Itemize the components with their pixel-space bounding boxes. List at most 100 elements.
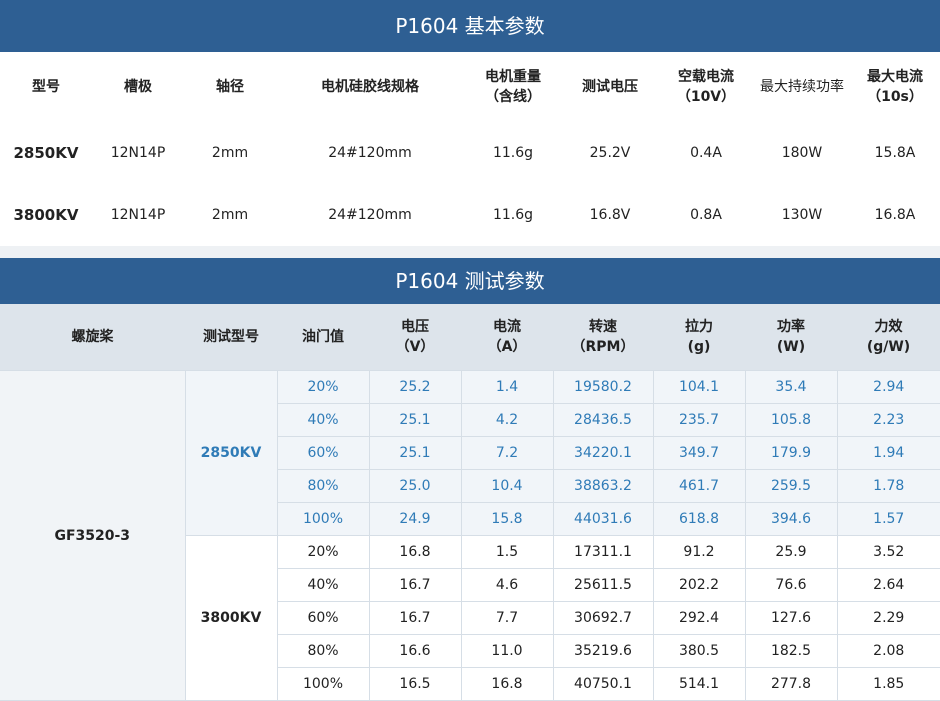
test-header-cell-line: 螺旋桨 [71, 329, 114, 345]
basic-header-cell: 槽极 [92, 52, 184, 122]
test-cell: 1.57 [836, 502, 940, 536]
test-cell: 28436.5 [552, 403, 654, 437]
test-header-cell-line: 拉力 [685, 319, 713, 335]
basic-header-cell: 电机重量 （含线） [464, 52, 562, 122]
test-cell: 1.94 [836, 436, 940, 470]
basic-header-row: 型号 槽极 轴径 电机硅胶线规格 电机重量 （含线） 测试电压 空载电流 （10V） 最大持续功率… [0, 52, 940, 122]
test-cell: 100% [276, 502, 370, 536]
basic-header-cell-line: （10V） [676, 89, 736, 105]
test-cell: 1.4 [460, 370, 554, 404]
basic-cell: 11.6g [492, 207, 534, 223]
basic-header-cell: 轴径 [184, 52, 276, 122]
basic-cell: 24#120mm [328, 207, 412, 223]
basic-header-cell: 测试电压 [562, 52, 658, 122]
test-cell: 16.7 [368, 601, 462, 635]
basic-header-cell-line: 轴径 [216, 79, 244, 95]
test-cell: 44031.6 [552, 502, 654, 536]
basic-cell: 2mm [211, 145, 249, 161]
test-cell: 2.08 [836, 634, 940, 668]
test-cell: 182.5 [744, 634, 838, 668]
test-cell: 105.8 [744, 403, 838, 437]
test-header-cell-line: 油门值 [302, 329, 344, 345]
test-cell: 2.23 [836, 403, 940, 437]
test-cell: 618.8 [652, 502, 746, 536]
test-cell: 25.1 [368, 436, 462, 470]
table-row: GF3520-3 2850KV 20% 25.2 1.4 19580.2 104.1 35.4… [0, 370, 940, 701]
basic-header-cell-line: 最大持续功率 [760, 79, 844, 95]
test-cell: 349.7 [652, 436, 746, 470]
basic-cell: 16.8A [874, 207, 916, 223]
test-header-cell: 力效 (g/W) [837, 304, 940, 371]
test-cell: 202.2 [652, 568, 746, 602]
test-cell: 461.7 [652, 469, 746, 503]
test-header-cell-line: (W) [776, 339, 806, 355]
test-cell: 34220.1 [552, 436, 654, 470]
basic-cell: 16.8V [589, 207, 631, 223]
basic-cell: 2mm [211, 207, 249, 223]
test-header-cell: 螺旋桨 [0, 304, 185, 371]
test-cell: 25.2 [368, 370, 462, 404]
test-cell: 25.9 [744, 535, 838, 569]
test-cell: 19580.2 [552, 370, 654, 404]
test-header-cell-line: (g/W) [866, 339, 911, 355]
test-cell: 30692.7 [552, 601, 654, 635]
test-cell: 60% [276, 436, 370, 470]
test-model-cell: 3800KV [184, 535, 278, 701]
test-header-cell-line: 测试型号 [203, 329, 259, 345]
test-params-table: 螺旋桨 测试型号 油门值 电压 （V） 电流 （A） 转速 （RPM） 拉力 (g) 功率 (W) 力效 (… [0, 304, 940, 701]
basic-params-table: 型号 槽极 轴径 电机硅胶线规格 电机重量 （含线） 测试电压 空载电流 （10V） 最大持续功率… [0, 52, 940, 246]
test-cell: 292.4 [652, 601, 746, 635]
test-cell: 16.5 [368, 667, 462, 701]
propeller-cell: GF3520-3 [0, 370, 186, 701]
basic-header-cell-line: 电机重量 [485, 69, 541, 85]
test-header-cell: 拉力 (g) [653, 304, 745, 371]
basic-cell: 11.6g [492, 145, 534, 161]
test-cell: 20% [276, 535, 370, 569]
test-cell: 60% [276, 601, 370, 635]
basic-cell: 3800KV [13, 206, 79, 224]
test-cell: 235.7 [652, 403, 746, 437]
basic-row: 2850KV 12N14P 2mm 24#120mm 11.6g 25.2V 0.4A 180… [0, 122, 940, 184]
test-cell: 179.9 [744, 436, 838, 470]
test-cell: 35.4 [744, 370, 838, 404]
basic-cell: 15.8A [874, 145, 916, 161]
test-cell: 17311.1 [552, 535, 654, 569]
test-cell: 16.7 [368, 568, 462, 602]
basic-cell: 2850KV [13, 144, 79, 162]
basic-row: 3800KV 12N14P 2mm 24#120mm 11.6g 16.8V 0.8A 130… [0, 184, 940, 246]
basic-cell: 12N14P [110, 145, 166, 161]
test-cell: 100% [276, 667, 370, 701]
test-cell: 2.94 [836, 370, 940, 404]
test-cell: 40750.1 [552, 667, 654, 701]
basic-cell: 0.4A [690, 145, 722, 161]
test-cell: 380.5 [652, 634, 746, 668]
test-cell: 80% [276, 634, 370, 668]
test-cell: 24.9 [368, 502, 462, 536]
basic-header-cell-line: 测试电压 [582, 79, 638, 95]
test-header-cell-line: 转速 [589, 319, 617, 335]
basic-header-cell: 电机硅胶线规格 [276, 52, 464, 122]
basic-header-cell-line: （含线） [485, 89, 541, 105]
test-cell: 4.2 [460, 403, 554, 437]
test-header-cell-line: 力效 [874, 319, 903, 335]
test-cell: 4.6 [460, 568, 554, 602]
test-cell: 80% [276, 469, 370, 503]
basic-header-cell: 型号 [0, 52, 92, 122]
basic-cell: 25.2V [589, 145, 631, 161]
test-cell: 2.64 [836, 568, 940, 602]
test-header-cell-line: （V） [395, 339, 435, 355]
basic-header-cell: 空载电流 （10V） [658, 52, 754, 122]
test-cell: 16.6 [368, 634, 462, 668]
basic-header-cell: 最大持续功率 [754, 52, 850, 122]
test-cell: 7.2 [460, 436, 554, 470]
basic-params-title: P1604 基本参数 [0, 0, 940, 52]
basic-header-cell-line: 电机硅胶线规格 [321, 79, 419, 95]
test-params-title: P1604 测试参数 [0, 258, 940, 304]
test-cell: 2.29 [836, 601, 940, 635]
basic-header-cell-line: （10s） [867, 89, 923, 105]
test-model-cell: 2850KV [184, 370, 278, 536]
test-cell: 10.4 [460, 469, 554, 503]
test-cell: 76.6 [744, 568, 838, 602]
test-cell: 20% [276, 370, 370, 404]
section-divider [0, 246, 940, 258]
